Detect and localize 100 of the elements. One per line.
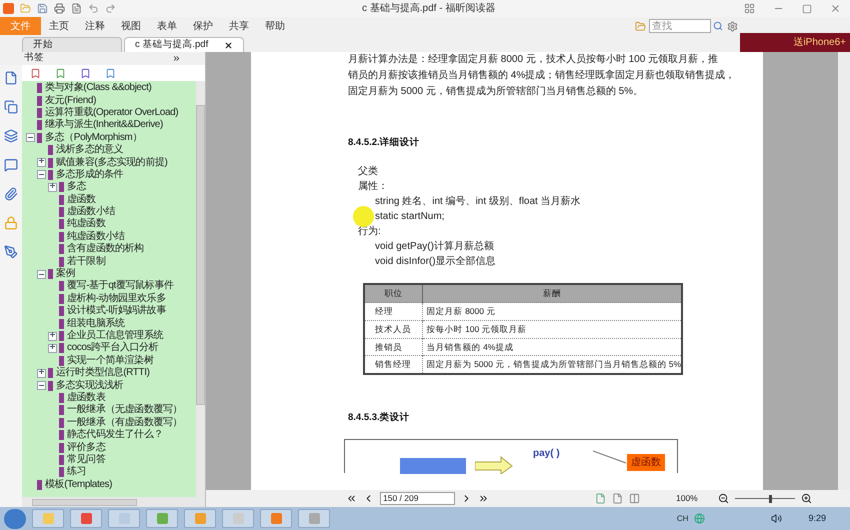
bookmark-item[interactable]: 多态实现浅浅析	[56, 380, 124, 391]
bookmark-tool-icon[interactable]	[30, 68, 41, 78]
expand-toggle[interactable]	[48, 182, 57, 192]
expand-toggle[interactable]	[48, 344, 57, 353]
expand-panel-icon[interactable]	[172, 54, 181, 63]
settings-icon[interactable]	[727, 20, 738, 32]
undo-icon[interactable]	[88, 3, 99, 14]
menu-tab[interactable]: 表单	[149, 17, 185, 35]
single-page-icon[interactable]	[612, 493, 623, 504]
bookmark-item[interactable]: cocos跨平台入口分析	[67, 343, 158, 354]
bookmark-item[interactable]: 若干限制	[67, 256, 106, 267]
bookmark-item[interactable]: 友元(Friend)	[45, 96, 96, 106]
arrow-icon	[475, 456, 513, 474]
bookmark-item[interactable]: 评价多态	[67, 442, 106, 453]
layers-icon[interactable]	[4, 129, 18, 143]
bookmark-item[interactable]: 企业员工信息管理系统	[67, 331, 164, 341]
bookmark-item[interactable]: 静态代码发生了什么？	[67, 430, 164, 440]
ad-banner[interactable]: 送iPhone6+	[740, 33, 850, 52]
search-field[interactable]: 查找	[649, 19, 711, 33]
collapse-toggle[interactable]	[37, 170, 46, 180]
bookmark-tool-icon[interactable]	[105, 68, 116, 78]
paperclip-icon[interactable]	[4, 187, 18, 201]
menu-tab[interactable]: 主页	[41, 17, 77, 35]
page-view-icon[interactable]	[595, 493, 606, 504]
zoom-value[interactable]: 100%	[676, 492, 698, 505]
bookmark-item[interactable]: 类与对象(Class &&object)	[45, 83, 152, 94]
print-icon[interactable]	[54, 3, 65, 14]
zoom-out-icon[interactable]	[718, 493, 729, 504]
maximize-icon[interactable]	[802, 4, 812, 14]
bookmark-item[interactable]: 虚函数	[67, 194, 96, 205]
menu-tab[interactable]: 视图	[113, 17, 149, 35]
page-field[interactable]: 150 / 209	[380, 492, 455, 505]
search-scope-icon[interactable]	[635, 20, 646, 32]
bookmark-item[interactable]: 纯虚函数	[67, 219, 106, 230]
horizontal-scrollbar[interactable]	[22, 497, 205, 507]
document-tab[interactable]: 开始	[22, 37, 122, 52]
page-icon[interactable]	[4, 71, 18, 85]
bookmark-item[interactable]: 虚函数表	[67, 392, 106, 403]
bookmark-item[interactable]: 模板(Templates)	[45, 480, 112, 490]
bookmark-item[interactable]: 继承与派生(Inherit&&Derive)	[45, 120, 163, 130]
bookmark-item[interactable]: 一般继承（无虚函数覆写）	[67, 405, 182, 416]
redo-icon[interactable]	[105, 3, 116, 14]
volume-icon[interactable]	[771, 513, 782, 524]
bookmark-item[interactable]: 覆写-基于qt覆写鼠标事件	[67, 281, 174, 292]
menu-tab[interactable]: 注释	[77, 17, 113, 35]
bookmark-item[interactable]: 运行时类型信息(RTTI)	[56, 368, 150, 378]
comment-icon[interactable]	[4, 158, 18, 172]
bookmark-item[interactable]: 实现一个简单渲染树	[67, 356, 154, 366]
tag-label: 虚函数	[627, 454, 665, 472]
menu-tab[interactable]: 帮助	[257, 17, 293, 35]
bookmark-item[interactable]: 运算符重载(Operator OverLoad)	[45, 108, 178, 118]
bookmark-icon	[48, 170, 53, 180]
clock[interactable]: 9:29	[808, 512, 826, 526]
bookmark-item[interactable]: 赋值兼容(多态实现的前提)	[56, 158, 168, 168]
bookmark-item[interactable]: 虚析构-动物园里欢乐多	[67, 294, 166, 304]
bookmark-item[interactable]: 案例	[56, 269, 76, 280]
diagram-block	[400, 458, 466, 474]
bookmark-item[interactable]: 虚函数小结	[67, 207, 116, 218]
bookmark-tool-icon[interactable]	[80, 68, 91, 78]
expand-toggle[interactable]	[48, 332, 57, 340]
close-icon[interactable]	[224, 40, 233, 50]
bookmark-item[interactable]: 纯虚函数小结	[67, 232, 125, 242]
copy-icon[interactable]	[4, 100, 18, 114]
two-page-icon[interactable]	[629, 493, 640, 504]
expand-toggle[interactable]	[37, 158, 46, 168]
slider-thumb[interactable]	[768, 494, 772, 502]
collapse-toggle[interactable]	[37, 381, 46, 390]
start-button[interactable]	[4, 508, 26, 528]
zoom-slider[interactable]	[734, 494, 795, 502]
first-page-icon[interactable]	[346, 493, 357, 504]
bookmark-icon	[59, 392, 64, 403]
taskbar-app[interactable]	[70, 509, 102, 528]
menu-tab[interactable]: 共享	[221, 17, 257, 35]
document-icon[interactable]	[71, 3, 82, 14]
expand-toggle[interactable]	[37, 368, 46, 378]
scrollbar[interactable]	[196, 81, 205, 497]
save-icon[interactable]	[37, 3, 48, 14]
bookmark-item[interactable]: 组装电脑系统	[67, 318, 125, 329]
bookmark-item[interactable]: 多态	[67, 182, 86, 192]
search-icon[interactable]	[713, 21, 723, 31]
grid-icon[interactable]	[744, 3, 755, 14]
last-page-icon[interactable]	[478, 493, 489, 504]
menu-tab[interactable]: 保护	[185, 17, 221, 35]
zoom-in-icon[interactable]	[800, 493, 812, 504]
bookmark-item[interactable]: 多态（PolyMorphism）	[45, 132, 142, 143]
bookmark-item[interactable]: 含有虚函数的析构	[67, 244, 144, 254]
pen-icon[interactable]	[4, 245, 18, 259]
language-indicator[interactable]: CH	[676, 512, 688, 524]
table-cell: 经理	[364, 302, 422, 320]
document-tab[interactable]: c 基础与提高.pdf	[124, 37, 244, 52]
scrollbar[interactable]	[838, 52, 850, 490]
bookmark-item[interactable]: 练习	[67, 467, 86, 478]
bookmark-item[interactable]: 常见问答	[67, 454, 106, 465]
bookmark-item[interactable]: 多态形成的条件	[56, 170, 124, 180]
bookmark-item[interactable]: 一般继承（有虚函数覆写）	[67, 418, 182, 428]
collapse-toggle[interactable]	[26, 133, 35, 142]
collapse-toggle[interactable]	[37, 270, 46, 279]
bookmark-tool-icon[interactable]	[55, 68, 66, 78]
bookmark-item[interactable]: 浅析多态的意义	[56, 145, 124, 156]
bookmark-item[interactable]: 设计模式-听妈妈讲故事	[67, 306, 166, 316]
